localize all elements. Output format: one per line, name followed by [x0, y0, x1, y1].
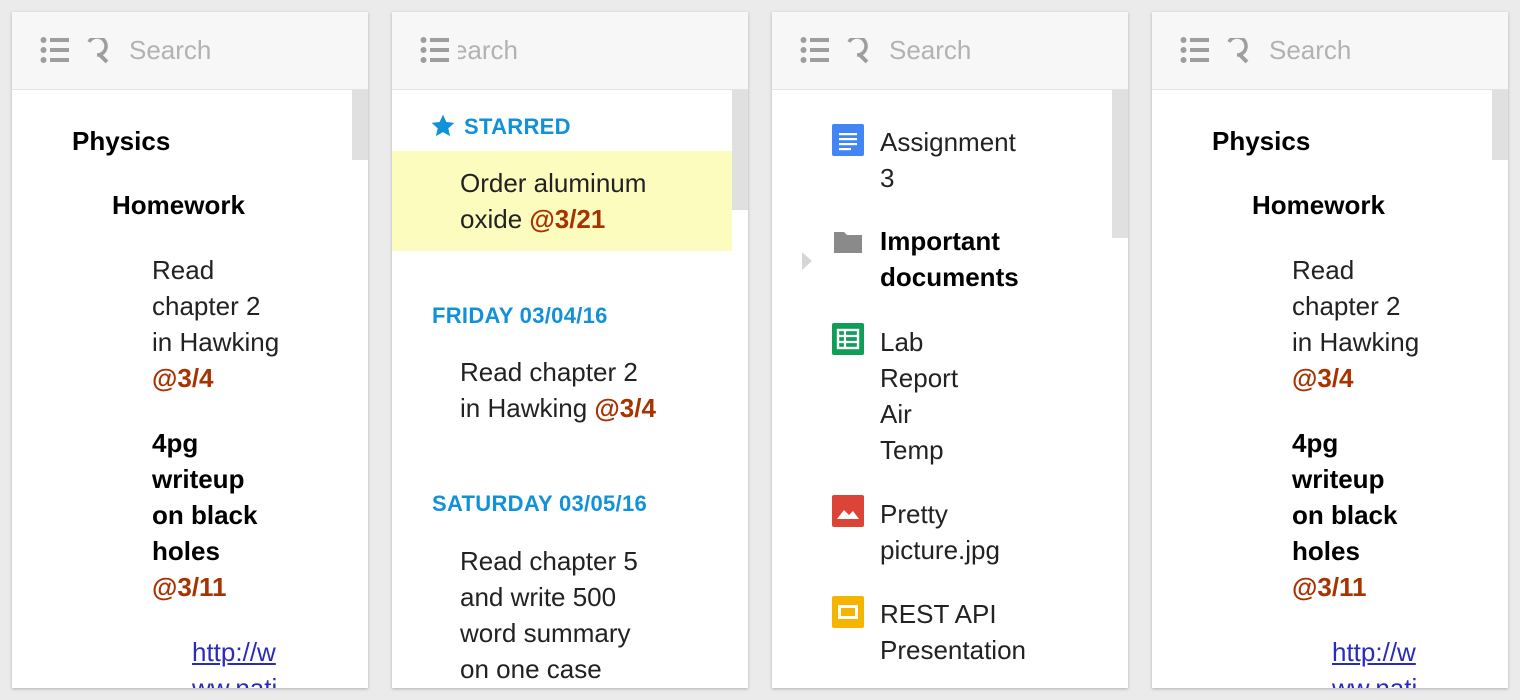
outline-task[interactable]: Read chapter 2 in Hawking @3/4	[152, 252, 279, 396]
docs-icon	[832, 124, 864, 156]
scrollbar-thumb[interactable]	[352, 90, 368, 160]
file-item[interactable]: Lab Report Air Temp	[880, 324, 958, 468]
outline-heading[interactable]: Physics	[1212, 123, 1310, 159]
outline-link[interactable]: http://w ww.nati	[1332, 634, 1417, 688]
file-name-line: Presentation	[880, 635, 1026, 665]
link-line: http://w	[192, 637, 276, 667]
file-name-line: Temp	[880, 435, 944, 465]
task-line: in Hawking	[152, 327, 280, 357]
scrollbar[interactable]	[1112, 90, 1128, 688]
task-line: on one case	[460, 654, 602, 684]
scrollbar-thumb[interactable]	[732, 90, 748, 210]
search-icon[interactable]	[1226, 38, 1252, 64]
expand-arrow-icon[interactable]	[800, 250, 814, 272]
task-line: and write 500	[460, 582, 617, 612]
agenda-task[interactable]: Read chapter 2 in Hawking @3/4	[460, 354, 656, 426]
file-name-line: documents	[880, 262, 1019, 292]
list-menu-icon[interactable]	[420, 37, 450, 63]
task-line: 4pg	[152, 428, 199, 458]
top-bar	[772, 12, 1128, 90]
top-bar	[12, 12, 368, 90]
star-icon	[431, 114, 455, 137]
outline-link[interactable]: http://w ww.nati	[192, 634, 277, 688]
file-name-line: Air	[880, 399, 912, 429]
file-item[interactable]: Assignment 3	[880, 124, 1016, 196]
date-section-header: SATURDAY 03/05/16	[432, 491, 648, 516]
task-line: in Hawking	[1292, 327, 1420, 357]
starred-header: STARRED	[464, 114, 571, 139]
due-date: @3/4	[594, 393, 656, 423]
task-line: Read chapter 2	[460, 357, 638, 387]
outline-panel: Physics Homework Read chapter 2 in Hawki…	[12, 12, 368, 688]
task-line: chapter 2	[1292, 291, 1401, 321]
files-panel: Assignment 3 Important documents Lab Rep…	[772, 12, 1128, 688]
file-name-line: REST API	[880, 599, 997, 629]
task-line: Read chapter 5	[460, 546, 638, 576]
scrollbar-thumb[interactable]	[1112, 90, 1128, 238]
due-date: @3/4	[1292, 363, 1354, 393]
task-line: chapter 2	[152, 291, 261, 321]
task-line: 4pg	[1292, 428, 1339, 458]
outline-subheading[interactable]: Homework	[1252, 187, 1385, 223]
scrollbar-thumb[interactable]	[1492, 90, 1508, 160]
search-input[interactable]	[1269, 32, 1489, 68]
file-name-line: 3	[880, 163, 895, 193]
search-input[interactable]	[129, 32, 349, 68]
search-input[interactable]	[889, 32, 1109, 68]
file-item[interactable]: Pretty picture.jpg	[880, 496, 1000, 568]
task-line: Read	[152, 255, 215, 285]
task-line: in Hawking	[460, 393, 588, 423]
outline-heading[interactable]: Physics	[72, 123, 170, 159]
file-name-line: Lab	[880, 327, 924, 357]
agenda-panel: STARRED Order aluminum oxide @3/21 FRIDA…	[392, 12, 748, 688]
agenda-task[interactable]: Read chapter 5 and write 500 word summar…	[460, 543, 638, 687]
outline-task[interactable]: 4pg writeup on black holes @3/11	[1292, 425, 1397, 605]
list-menu-icon[interactable]	[1180, 37, 1210, 63]
link-line: ww.nati	[1332, 673, 1418, 688]
top-bar	[1152, 12, 1508, 90]
file-name-line: picture.jpg	[880, 535, 1000, 565]
task-line: holes	[152, 536, 220, 566]
file-name-line: Assignment	[880, 127, 1016, 157]
link-line: ww.nati	[192, 673, 278, 688]
link-line: http://w	[1332, 637, 1416, 667]
starred-task[interactable]: Order aluminum oxide @3/21	[460, 165, 646, 237]
due-date: @3/4	[152, 363, 214, 393]
task-line: writeup	[152, 464, 245, 494]
task-line: writeup	[1292, 464, 1385, 494]
search-input[interactable]	[458, 32, 518, 68]
image-icon	[832, 495, 864, 527]
sheets-icon	[832, 323, 864, 355]
folder-icon	[834, 232, 862, 253]
due-date: @3/11	[152, 572, 227, 602]
due-date: @3/21	[529, 204, 606, 234]
task-line: Read	[1292, 255, 1355, 285]
task-line: on black	[152, 500, 258, 530]
file-name-line: Pretty	[880, 499, 948, 529]
task-line: word summary	[460, 618, 631, 648]
file-name-line: Report	[880, 363, 959, 393]
outline-panel: Physics Homework Read chapter 2 in Hawki…	[1152, 12, 1508, 688]
slides-icon	[832, 596, 864, 628]
search-icon[interactable]	[846, 38, 872, 64]
outline-subheading[interactable]: Homework	[112, 187, 245, 223]
scrollbar[interactable]	[732, 90, 748, 688]
task-line: on black	[1292, 500, 1398, 530]
task-line: holes	[1292, 536, 1360, 566]
top-bar	[392, 12, 748, 90]
outline-task[interactable]: Read chapter 2 in Hawking @3/4	[1292, 252, 1419, 396]
list-menu-icon[interactable]	[40, 37, 70, 63]
list-menu-icon[interactable]	[800, 37, 830, 63]
file-name-line: Important	[880, 226, 1000, 256]
outline-task[interactable]: 4pg writeup on black holes @3/11	[152, 425, 257, 605]
scrollbar[interactable]	[1492, 90, 1508, 688]
task-line: Order aluminum	[460, 168, 647, 198]
scrollbar[interactable]	[352, 90, 368, 688]
folder-item[interactable]: Important documents	[880, 223, 1019, 295]
due-date: @3/11	[1292, 572, 1367, 602]
date-section-header: FRIDAY 03/04/16	[432, 303, 608, 328]
file-item[interactable]: REST API Presentation	[880, 596, 1026, 668]
search-icon[interactable]	[86, 38, 112, 64]
task-line: oxide	[460, 204, 523, 234]
